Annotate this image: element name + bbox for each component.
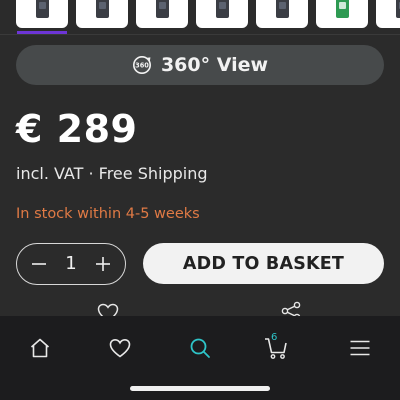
- thumbnail-3[interactable]: [136, 0, 188, 28]
- device-image: [336, 0, 349, 18]
- device-image: [276, 0, 289, 18]
- heart-icon: [109, 338, 131, 358]
- device-image: [156, 0, 169, 18]
- minus-icon[interactable]: [27, 252, 51, 276]
- quantity-value[interactable]: 1: [57, 253, 85, 275]
- add-to-basket-button[interactable]: ADD TO BASKET: [143, 243, 384, 284]
- divider: [0, 34, 400, 35]
- home-indicator[interactable]: [130, 386, 270, 391]
- rotate-360-icon-text: 360: [135, 62, 149, 70]
- home-icon: [30, 338, 50, 358]
- device-image: [216, 0, 229, 18]
- device-image: [36, 0, 49, 18]
- thumbnail-gallery: [0, 0, 400, 34]
- thumbnail-6[interactable]: [316, 0, 368, 28]
- thumbnail-4[interactable]: [196, 0, 248, 28]
- device-image: [396, 0, 400, 18]
- product-price: € 289: [16, 107, 138, 151]
- nav-menu[interactable]: [340, 328, 380, 368]
- share-button[interactable]: [280, 300, 302, 316]
- heart-outline-icon: [97, 303, 119, 316]
- menu-icon: [350, 340, 370, 356]
- stock-status: In stock within 4-5 weeks: [16, 206, 200, 222]
- product-page: 360 360° View € 289 incl. VAT · Free Shi…: [0, 0, 400, 400]
- view-360-label: 360° View: [160, 54, 269, 76]
- rotate-360-icon: 360: [132, 56, 151, 74]
- wishlist-button[interactable]: [97, 302, 119, 316]
- nav-home[interactable]: [20, 328, 60, 368]
- thumbnail-2[interactable]: [76, 0, 128, 28]
- add-to-basket-label: ADD TO BASKET: [182, 253, 345, 274]
- quantity-stepper: 1: [16, 243, 126, 285]
- cart-badge: 6: [271, 332, 278, 343]
- view-360-button[interactable]: 360 360° View: [16, 45, 384, 85]
- nav-wishlist[interactable]: [100, 328, 140, 368]
- device-image: [96, 0, 109, 18]
- thumbnail-7[interactable]: [376, 0, 400, 28]
- thumbnail-5[interactable]: [256, 0, 308, 28]
- nav-search[interactable]: [180, 328, 220, 368]
- price-note: incl. VAT · Free Shipping: [16, 164, 208, 183]
- share-icon: [281, 301, 301, 316]
- nav-cart[interactable]: 6: [256, 328, 296, 368]
- thumbnail-1[interactable]: [16, 0, 68, 28]
- plus-icon[interactable]: [91, 252, 115, 276]
- search-icon: [190, 338, 210, 358]
